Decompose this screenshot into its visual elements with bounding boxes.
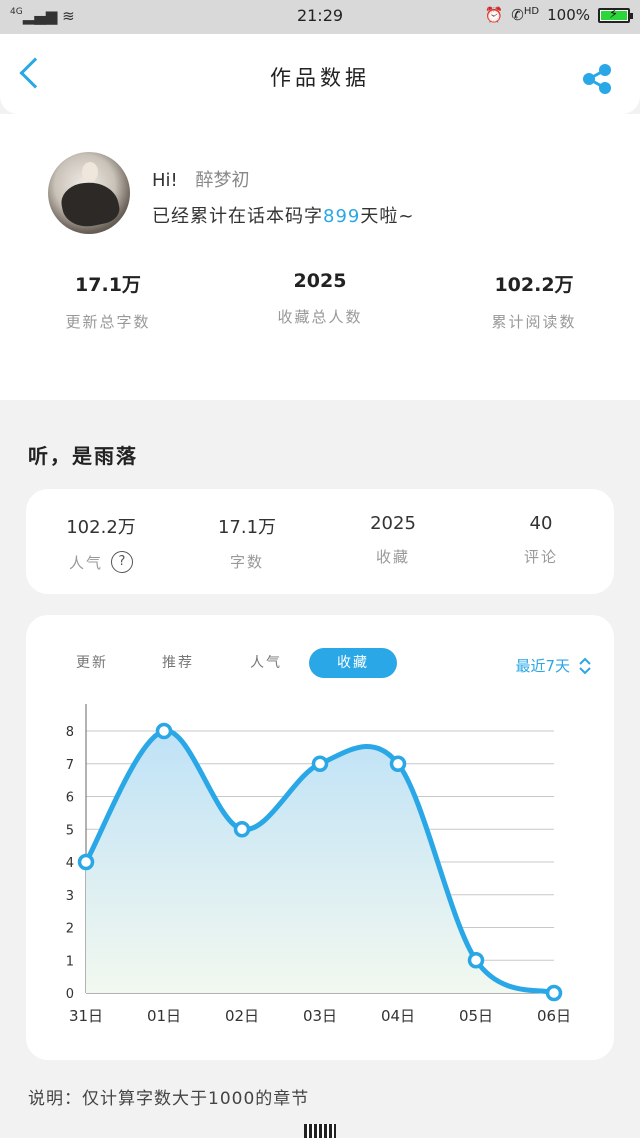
- favorites-area-chart: 0 1 2 3 4 5 6 7 8 31日 01日 02日 03日 04日 05日 06日: [66, 704, 571, 1025]
- summary-value: 102.2万: [66, 517, 136, 538]
- y-tick-label: 4: [66, 856, 74, 871]
- stat-value: 17.1万: [75, 274, 141, 296]
- share-icon[interactable]: [580, 62, 614, 96]
- data-point: [545, 984, 563, 1002]
- data-point: [389, 755, 407, 772]
- summary-label: 收藏: [375, 548, 410, 566]
- user-name: 醉梦初: [195, 170, 250, 191]
- chevron-updown-icon: [579, 657, 591, 674]
- summary-words: 17.1万 字数: [172, 513, 322, 572]
- page-title: 作品数据: [270, 66, 370, 90]
- days-prefix: 已经累计在话本码字: [152, 206, 323, 227]
- help-icon[interactable]: ?: [111, 551, 133, 573]
- alarm-icon: ⏰: [484, 6, 504, 24]
- x-tick-label: 03日: [303, 1007, 337, 1025]
- data-point: [467, 952, 485, 969]
- avatar[interactable]: [48, 152, 130, 234]
- stat-total-words: 17.1万 更新总字数: [8, 270, 208, 332]
- summary-value: 2025: [370, 513, 416, 534]
- y-tick-label: 8: [66, 725, 74, 740]
- qr-code-icon: [304, 1124, 336, 1138]
- days-line: 已经累计在话本码字899天啦~: [152, 202, 414, 228]
- x-tick-label: 06日: [537, 1007, 571, 1025]
- y-tick-label: 7: [66, 758, 74, 773]
- y-tick-label: 0: [66, 987, 74, 1002]
- stat-label: 收藏总人数: [277, 308, 363, 326]
- work-title: 听，是雨落: [28, 444, 138, 468]
- y-tick-label: 3: [66, 889, 74, 904]
- y-tick-label: 1: [66, 954, 74, 969]
- summary-label: 评论: [523, 548, 558, 566]
- summary-comments: 40 评论: [466, 513, 616, 567]
- y-tick-label: 5: [66, 823, 74, 838]
- stat-label: 更新总字数: [65, 313, 151, 331]
- y-tick-label: 6: [66, 791, 74, 806]
- summary-favorites: 2025 收藏: [318, 513, 468, 567]
- stat-label: 累计阅读数: [491, 313, 577, 331]
- x-tick-label: 02日: [225, 1007, 259, 1025]
- work-summary-card: 102.2万 人气? 17.1万 字数 2025 收藏 40 评论: [26, 489, 614, 594]
- summary-label: 人气: [68, 553, 103, 572]
- status-bar: 4G▂▄▆ ≋ 21:29 ⏰ ✆HD 100% ⚡: [0, 0, 640, 34]
- hd-label: HD: [523, 6, 540, 17]
- summary-value: 17.1万: [217, 517, 277, 538]
- battery-charging-icon: ⚡: [598, 7, 633, 23]
- x-tick-label: 01日: [147, 1007, 181, 1025]
- days-count: 899: [323, 206, 361, 227]
- footer-note: 说明：仅计算字数大于1000的章节: [28, 1089, 310, 1109]
- greeting: Hi!: [152, 170, 178, 191]
- data-point: [77, 853, 95, 871]
- battery-percent: 100%: [547, 6, 590, 24]
- y-tick-label: 2: [66, 922, 74, 937]
- days-suffix: 天啦~: [360, 206, 415, 227]
- range-selector[interactable]: 最近7天: [515, 655, 592, 676]
- tab-favorites[interactable]: 收藏: [309, 648, 397, 678]
- tab-updates[interactable]: 更新: [48, 648, 136, 678]
- range-label: 最近7天: [515, 657, 570, 675]
- data-point: [155, 722, 173, 740]
- tab-popularity[interactable]: 人气: [222, 648, 310, 678]
- tab-recommend[interactable]: 推荐: [134, 648, 222, 678]
- summary-value: 40: [529, 513, 553, 534]
- x-tick-label: 05日: [459, 1007, 493, 1025]
- summary-label: 字数: [229, 553, 264, 571]
- nav-bar: 作品数据: [0, 34, 640, 114]
- data-point: [311, 755, 329, 772]
- x-tick-label: 31日: [69, 1007, 103, 1025]
- stat-value: 2025: [293, 270, 347, 292]
- profile-card: Hi! 醉梦初 已经累计在话本码字899天啦~ 17.1万 更新总字数 2025…: [0, 114, 640, 400]
- summary-popularity: 102.2万 人气?: [26, 513, 176, 573]
- stat-total-reads: 102.2万 累计阅读数: [434, 270, 634, 332]
- x-tick-label: 04日: [381, 1007, 415, 1025]
- data-point: [233, 821, 251, 838]
- stat-value: 102.2万: [494, 274, 574, 296]
- stat-total-favorites: 2025 收藏总人数: [220, 270, 420, 327]
- call-hd-icon: ✆HD: [511, 6, 540, 24]
